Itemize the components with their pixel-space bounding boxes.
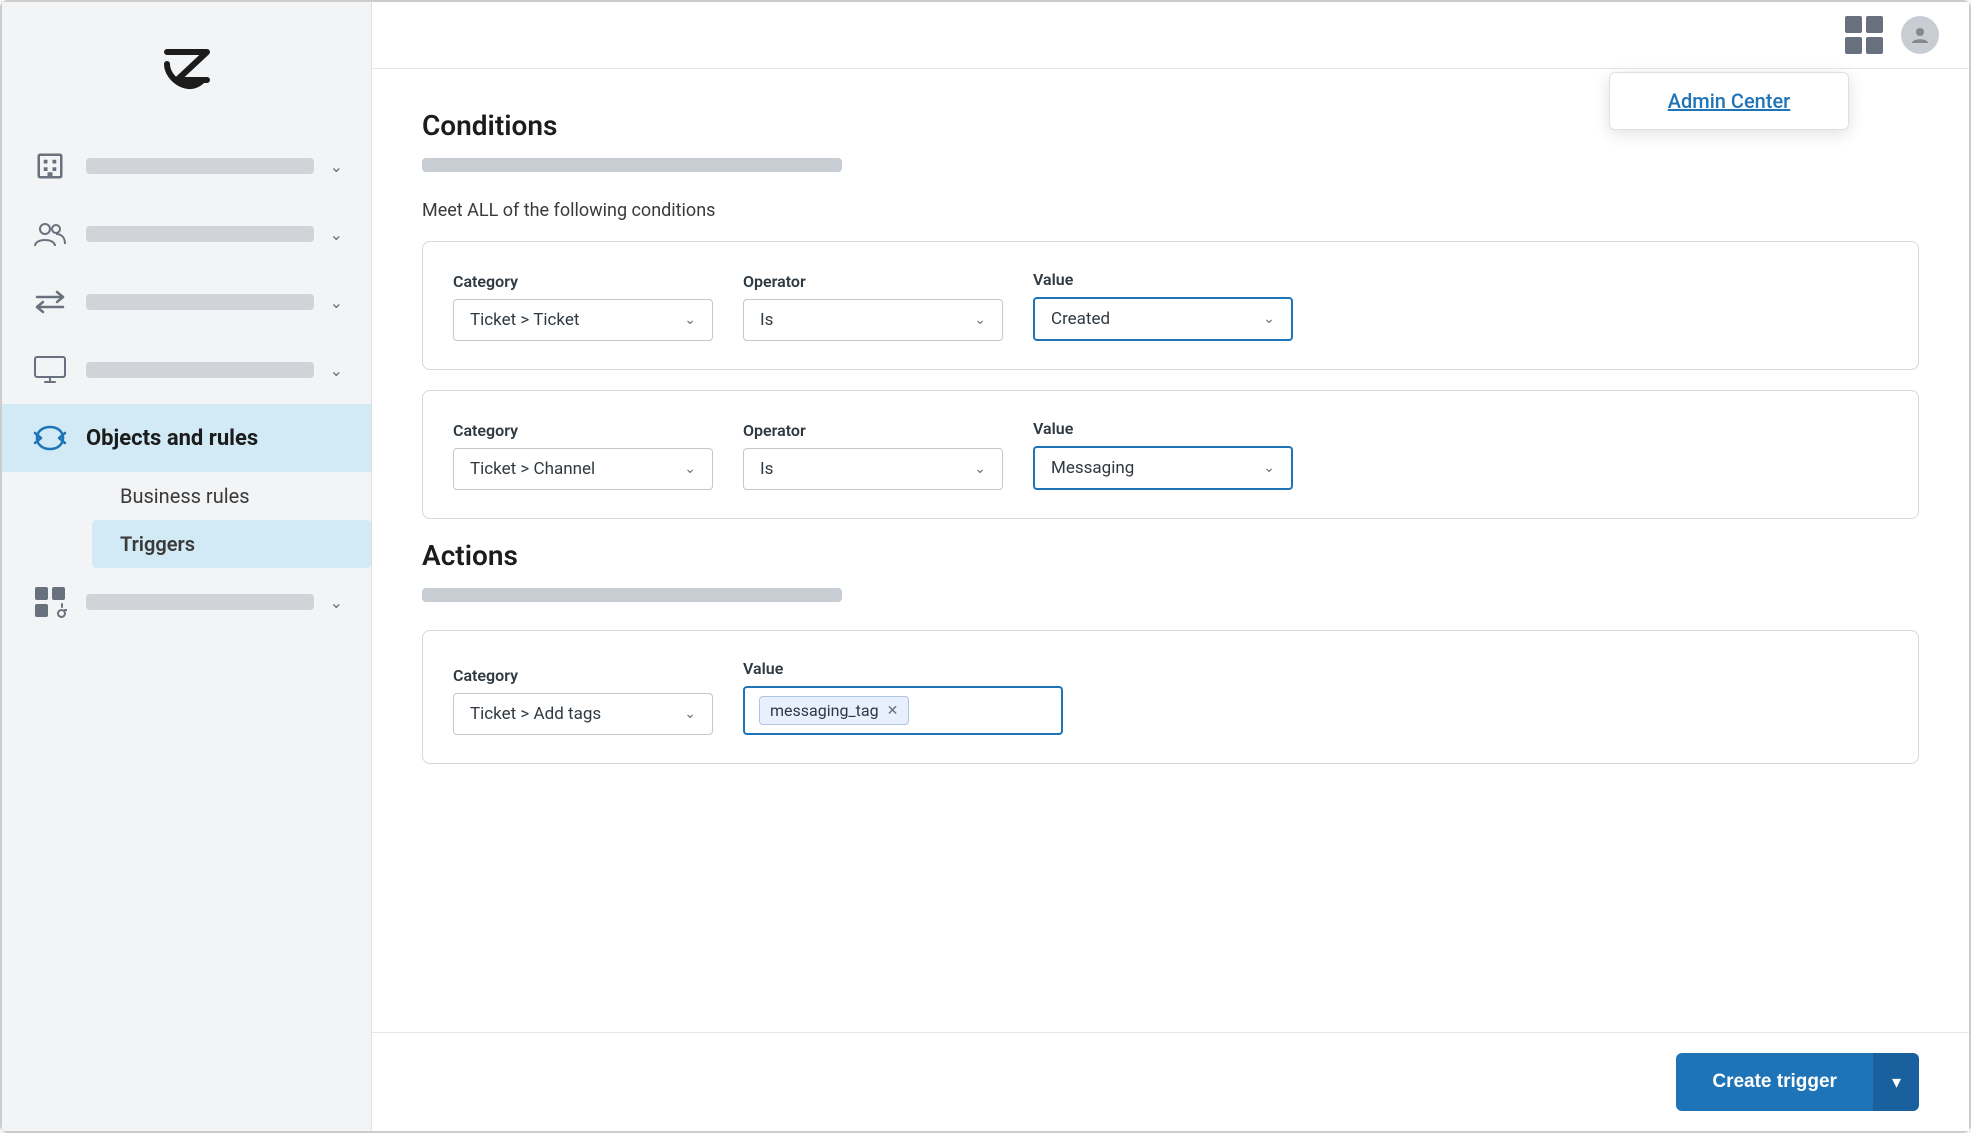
operator-label-1: Operator (743, 272, 1003, 291)
operator-value-2: Is (760, 459, 964, 479)
chevron-apps: ⌄ (330, 593, 343, 612)
action-category-field: Category Ticket > Add tags ⌄ (453, 666, 713, 735)
sub-nav-objects: Business rules Triggers (2, 472, 371, 568)
nav-label-bar-monitor (86, 362, 314, 378)
sub-nav-item-triggers[interactable]: Triggers (92, 520, 371, 568)
action-card-1: Category Ticket > Add tags ⌄ Value messa… (422, 630, 1919, 764)
action-value-field: Value messaging_tag ✕ (743, 659, 1063, 735)
value-chevron-2: ⌄ (1263, 460, 1275, 476)
conditions-bar (422, 158, 842, 172)
actions-title: Actions (422, 539, 1919, 572)
content-area: Conditions Meet ALL of the following con… (372, 69, 1969, 1032)
transfer-icon (30, 282, 70, 322)
condition-card-2: Category Ticket > Channel ⌄ Operator Is … (422, 390, 1919, 519)
sidebar-item-apps[interactable]: ⌄ (2, 568, 371, 636)
people-icon (30, 214, 70, 254)
value-chevron-1: ⌄ (1263, 311, 1275, 327)
apps-icon (30, 582, 70, 622)
chevron-people: ⌄ (330, 225, 343, 244)
value-field-2: Value Messaging ⌄ (1033, 419, 1293, 490)
value-value-1: Created (1051, 309, 1253, 329)
actions-bar (422, 588, 842, 602)
condition-row-2: Category Ticket > Channel ⌄ Operator Is … (453, 419, 1888, 490)
operator-chevron-2: ⌄ (974, 461, 986, 477)
actions-section: Actions Category Ticket > Add tags ⌄ Val… (422, 539, 1919, 764)
sidebar-nav: ⌄ ⌄ (2, 132, 371, 636)
value-value-2: Messaging (1051, 458, 1253, 478)
sidebar-item-objects[interactable]: Objects and rules (2, 404, 371, 472)
nav-label-bar-apps (86, 594, 314, 610)
tag-chip-messaging: messaging_tag ✕ (759, 696, 909, 725)
category-value-2: Ticket > Channel (470, 459, 674, 479)
tag-remove-btn[interactable]: ✕ (887, 703, 899, 719)
action-category-label: Category (453, 666, 713, 685)
value-field-1: Value Created ⌄ (1033, 270, 1293, 341)
action-row-1: Category Ticket > Add tags ⌄ Value messa… (453, 659, 1888, 735)
sub-nav-business-rules: Business rules (92, 472, 371, 520)
category-value-1: Ticket > Ticket (470, 310, 674, 330)
value-label-2: Value (1033, 419, 1293, 438)
category-label-2: Category (453, 421, 713, 440)
logo-area (2, 22, 371, 132)
category-select-2[interactable]: Ticket > Channel ⌄ (453, 448, 713, 490)
operator-chevron-1: ⌄ (974, 312, 986, 328)
chevron-down-icon: ▾ (1892, 1072, 1901, 1092)
admin-center-dropdown: Admin Center (1609, 72, 1849, 130)
chevron-building: ⌄ (330, 157, 343, 176)
operator-value-1: Is (760, 310, 964, 330)
operator-field-1: Operator Is ⌄ (743, 272, 1003, 341)
user-avatar[interactable] (1901, 16, 1939, 54)
condition-row-1: Category Ticket > Ticket ⌄ Operator Is ⌄ (453, 270, 1888, 341)
category-chevron-2: ⌄ (684, 461, 696, 477)
user-icon (1910, 25, 1930, 45)
sidebar-item-objects-label: Objects and rules (86, 426, 258, 451)
sidebar-item-people[interactable]: ⌄ (2, 200, 371, 268)
building-icon (30, 146, 70, 186)
category-label-1: Category (453, 272, 713, 291)
grid-sq-1 (1845, 16, 1862, 33)
category-select-1[interactable]: Ticket > Ticket ⌄ (453, 299, 713, 341)
objects-icon (30, 418, 70, 458)
value-select-1[interactable]: Created ⌄ (1033, 297, 1293, 341)
value-label-1: Value (1033, 270, 1293, 289)
category-field-2: Category Ticket > Channel ⌄ (453, 421, 713, 490)
operator-select-2[interactable]: Is ⌄ (743, 448, 1003, 490)
grid-sq-2 (1866, 16, 1883, 33)
topbar: Admin Center (372, 2, 1969, 69)
action-category-value: Ticket > Add tags (470, 704, 674, 724)
action-category-chevron: ⌄ (684, 706, 696, 722)
create-trigger-button[interactable]: Create trigger (1676, 1053, 1873, 1111)
grid-sq-3 (1845, 37, 1862, 54)
chevron-monitor: ⌄ (330, 361, 343, 380)
create-trigger-chevron-button[interactable]: ▾ (1873, 1053, 1919, 1111)
grid-sq-4 (1866, 37, 1883, 54)
chevron-transfer: ⌄ (330, 293, 343, 312)
action-category-select[interactable]: Ticket > Add tags ⌄ (453, 693, 713, 735)
action-value-label: Value (743, 659, 1063, 678)
bottom-bar: Create trigger ▾ (372, 1032, 1969, 1131)
value-select-2[interactable]: Messaging ⌄ (1033, 446, 1293, 490)
tags-input[interactable]: messaging_tag ✕ (743, 686, 1063, 735)
nav-label-bar-transfer (86, 294, 314, 310)
tag-chip-text: messaging_tag (770, 701, 879, 720)
monitor-icon (30, 350, 70, 390)
operator-select-1[interactable]: Is ⌄ (743, 299, 1003, 341)
nav-label-bar-people (86, 226, 314, 242)
sidebar-item-building[interactable]: ⌄ (2, 132, 371, 200)
admin-center-link[interactable]: Admin Center (1668, 89, 1791, 113)
meet-all-text: Meet ALL of the following conditions (422, 200, 1919, 221)
category-chevron-1: ⌄ (684, 312, 696, 328)
condition-card-1: Category Ticket > Ticket ⌄ Operator Is ⌄ (422, 241, 1919, 370)
conditions-section: Conditions Meet ALL of the following con… (422, 109, 1919, 519)
sidebar: ⌄ ⌄ (2, 2, 372, 1131)
main-content: Admin Center Conditions Meet ALL of the … (372, 2, 1969, 1131)
zendesk-logo (157, 42, 217, 102)
nav-label-bar-building (86, 158, 314, 174)
apps-grid-icon[interactable] (1845, 16, 1883, 54)
sidebar-item-monitor[interactable]: ⌄ (2, 336, 371, 404)
operator-label-2: Operator (743, 421, 1003, 440)
sidebar-item-transfer[interactable]: ⌄ (2, 268, 371, 336)
category-field-1: Category Ticket > Ticket ⌄ (453, 272, 713, 341)
operator-field-2: Operator Is ⌄ (743, 421, 1003, 490)
